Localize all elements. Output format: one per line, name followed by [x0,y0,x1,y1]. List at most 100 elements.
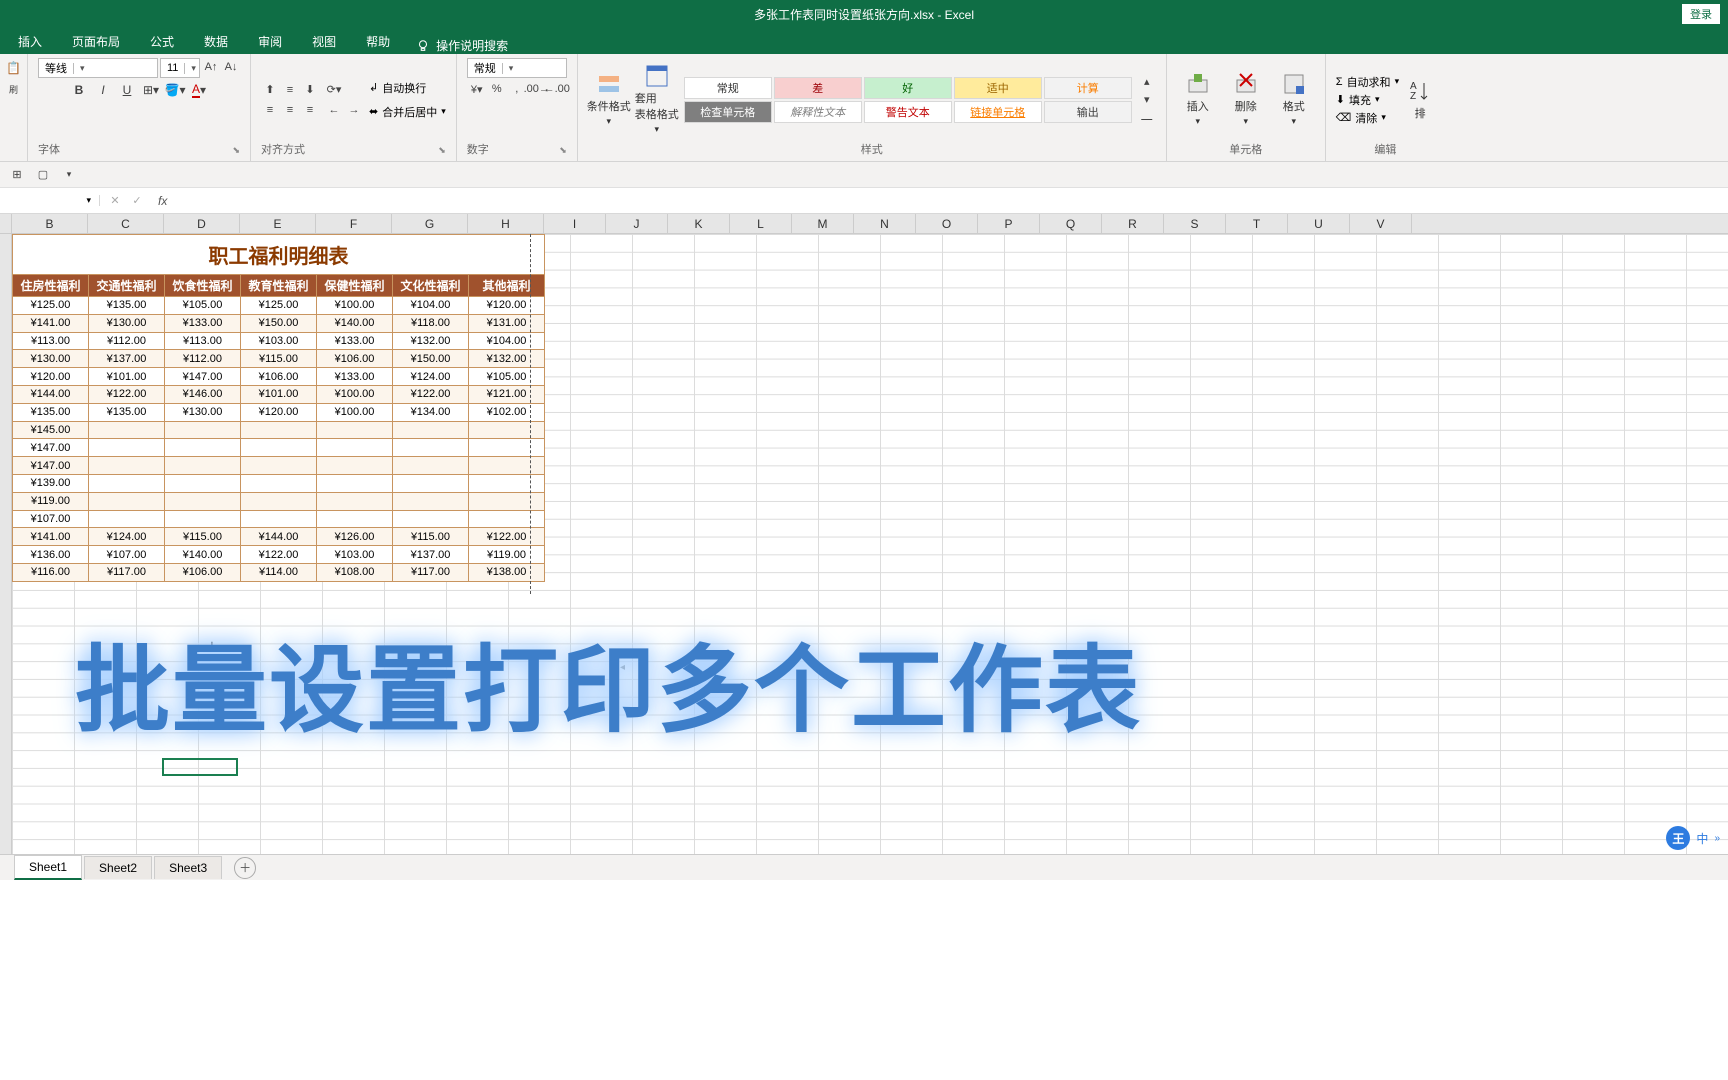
bold-button[interactable]: B [68,80,90,100]
table-cell[interactable]: ¥114.00 [241,563,317,581]
col-header-E[interactable]: E [240,214,316,233]
increase-font-icon[interactable]: A↑ [202,58,220,76]
autosum-button[interactable]: Σ自动求和▾ [1336,74,1399,90]
table-cell[interactable]: ¥103.00 [241,332,317,350]
table-cell[interactable]: ¥117.00 [89,563,165,581]
table-cell[interactable]: ¥115.00 [241,350,317,368]
style-cell[interactable]: 链接单元格 [954,101,1042,123]
table-cell[interactable] [89,457,165,475]
col-header-P[interactable]: P [978,214,1040,233]
table-cell[interactable]: ¥147.00 [13,439,89,457]
currency-icon[interactable]: ¥▾ [468,80,486,98]
enter-icon[interactable]: ✓ [128,192,146,210]
ime-badge-icon[interactable]: 王 [1666,826,1690,850]
table-cell[interactable] [393,510,469,528]
table-cell[interactable]: ¥120.00 [469,297,545,315]
delete-cells-button[interactable]: 删除▾ [1225,72,1267,127]
style-cell[interactable]: 适中 [954,77,1042,99]
table-cell[interactable] [241,510,317,528]
ime-more-icon[interactable]: » [1714,833,1720,844]
table-cell[interactable] [317,474,393,492]
table-cell[interactable]: ¥105.00 [469,368,545,386]
table-cell[interactable]: ¥144.00 [13,385,89,403]
table-cell[interactable]: ¥132.00 [393,332,469,350]
table-cell[interactable]: ¥120.00 [241,403,317,421]
table-cell[interactable]: ¥135.00 [89,403,165,421]
table-cell[interactable]: ¥139.00 [13,474,89,492]
table-cell[interactable]: ¥144.00 [241,528,317,546]
table-cell[interactable]: ¥101.00 [89,368,165,386]
table-cell[interactable]: ¥133.00 [317,332,393,350]
table-cell[interactable]: ¥101.00 [241,385,317,403]
format-painter-button[interactable]: 刷 [5,80,23,98]
cell-styles-gallery[interactable]: 常规差好适中计算检查单元格解释性文本警告文本链接单元格输出 [684,77,1132,123]
style-cell[interactable]: 差 [774,77,862,99]
table-cell[interactable] [469,510,545,528]
table-cell[interactable]: ¥106.00 [241,368,317,386]
table-cell[interactable] [393,421,469,439]
style-cell[interactable]: 计算 [1044,77,1132,99]
col-header-M[interactable]: M [792,214,854,233]
styles-more[interactable]: ⎼ [1138,109,1156,127]
table-cell[interactable]: ¥100.00 [317,385,393,403]
select-all-corner[interactable] [0,214,12,233]
table-cell[interactable] [317,510,393,528]
table-cell[interactable]: ¥115.00 [165,528,241,546]
table-cell[interactable]: ¥108.00 [317,563,393,581]
table-cell[interactable]: ¥122.00 [469,528,545,546]
fx-icon[interactable]: fx [152,194,173,208]
qat-button-2[interactable]: ▢ [34,166,52,184]
font-dialog-launcher[interactable]: ⬊ [232,145,240,156]
table-cell[interactable]: ¥125.00 [13,297,89,315]
table-cell[interactable] [317,421,393,439]
col-header-B[interactable]: B [12,214,88,233]
table-cell[interactable] [393,474,469,492]
table-cell[interactable]: ¥107.00 [89,546,165,564]
table-cell[interactable]: ¥112.00 [165,350,241,368]
table-cell[interactable]: ¥130.00 [13,350,89,368]
table-cell[interactable]: ¥126.00 [317,528,393,546]
style-cell[interactable]: 检查单元格 [684,101,772,123]
table-cell[interactable] [469,439,545,457]
tab-formulas[interactable]: 公式 [136,29,188,54]
table-cell[interactable]: ¥147.00 [13,457,89,475]
table-cell[interactable] [469,474,545,492]
tab-insert[interactable]: 插入 [4,29,56,54]
worksheet-grid[interactable]: 职工福利明细表 住房性福利交通性福利饮食性福利教育性福利保健性福利文化性福利其他… [0,234,1728,854]
tab-data[interactable]: 数据 [190,29,242,54]
table-cell[interactable]: ¥121.00 [469,385,545,403]
col-header-F[interactable]: F [316,214,392,233]
table-cell[interactable]: ¥140.00 [317,314,393,332]
col-header-J[interactable]: J [606,214,668,233]
table-cell[interactable]: ¥145.00 [13,421,89,439]
table-cell[interactable] [165,457,241,475]
align-left-icon[interactable]: ≡ [261,101,279,119]
col-header-I[interactable]: I [544,214,606,233]
decrease-font-icon[interactable]: A↓ [222,58,240,76]
table-cell[interactable]: ¥133.00 [165,314,241,332]
table-cell[interactable] [393,439,469,457]
table-cell[interactable]: ¥112.00 [89,332,165,350]
table-cell[interactable] [165,439,241,457]
merge-center-button[interactable]: ⬌合并后居中▾ [369,104,446,120]
table-cell[interactable] [165,492,241,510]
underline-button[interactable]: U [116,80,138,100]
table-cell[interactable] [89,474,165,492]
table-cell[interactable]: ¥122.00 [241,546,317,564]
table-cell[interactable]: ¥100.00 [317,297,393,315]
table-cell[interactable]: ¥100.00 [317,403,393,421]
table-cell[interactable] [241,457,317,475]
table-cell[interactable]: ¥135.00 [13,403,89,421]
sort-filter-button[interactable]: AZ排 [1405,79,1435,121]
tab-view[interactable]: 视图 [298,29,350,54]
align-center-icon[interactable]: ≡ [281,101,299,119]
table-cell[interactable]: ¥107.00 [13,510,89,528]
table-cell[interactable]: ¥140.00 [165,546,241,564]
col-header-V[interactable]: V [1350,214,1412,233]
font-size-combo[interactable]: 11▾ [160,58,200,78]
col-header-C[interactable]: C [88,214,164,233]
table-cell[interactable] [317,457,393,475]
table-cell[interactable]: ¥150.00 [393,350,469,368]
table-cell[interactable]: ¥117.00 [393,563,469,581]
table-cell[interactable] [241,421,317,439]
